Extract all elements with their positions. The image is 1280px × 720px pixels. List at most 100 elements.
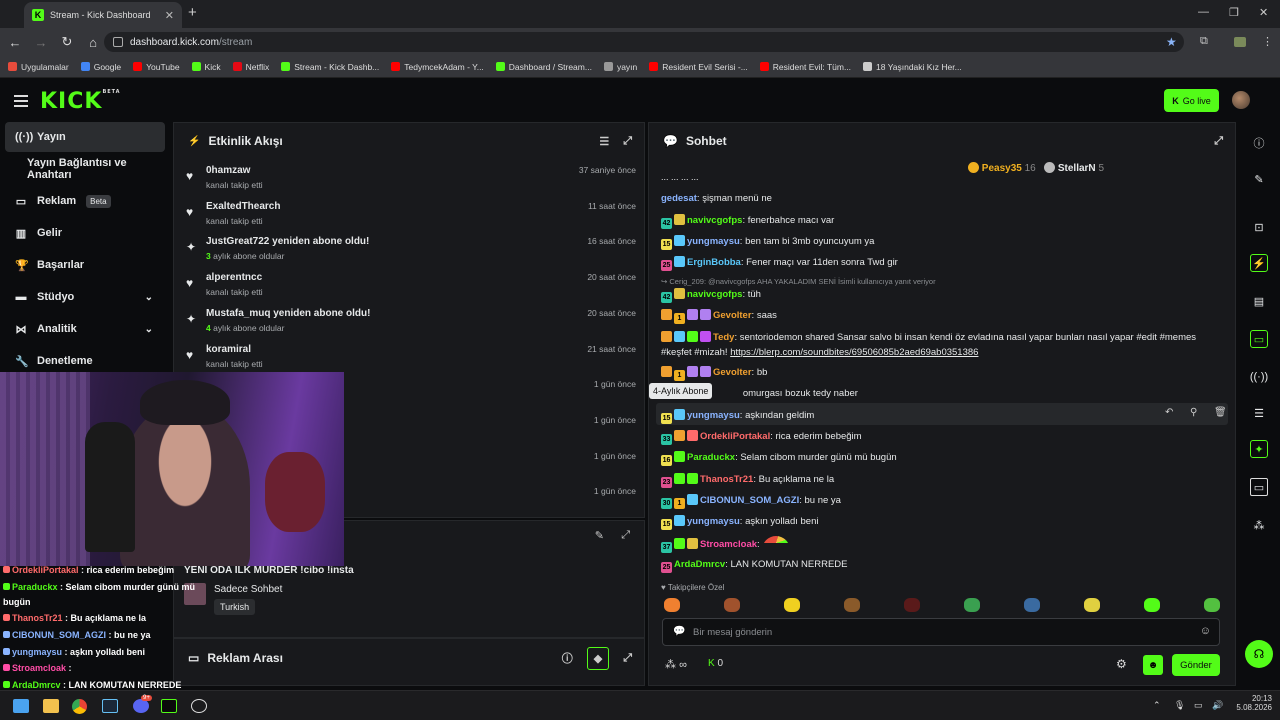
clock[interactable]: 20:13 5.08.2026 bbox=[1232, 694, 1272, 712]
chat-username[interactable]: Tedy bbox=[713, 332, 734, 343]
activity-name[interactable]: JustGreat722 yeniden abone oldu! bbox=[206, 236, 369, 247]
window-icon[interactable]: ▭ bbox=[1250, 478, 1268, 496]
chat-username[interactable]: ThanosTr21 bbox=[700, 474, 753, 485]
emote-picker-icon[interactable]: ☻ bbox=[1143, 655, 1163, 675]
kick-logo[interactable]: KICKBETA bbox=[40, 89, 121, 114]
chat-username[interactable]: ArdaDmrcv bbox=[674, 559, 725, 570]
network-icon[interactable]: ▭ bbox=[1194, 700, 1203, 711]
popout-icon[interactable]: ⤢ bbox=[623, 135, 632, 148]
emote-icon[interactable] bbox=[724, 598, 740, 612]
bookmark-item[interactable]: TedymcekAdam - Y... bbox=[391, 62, 484, 72]
activity-name[interactable]: 0hamzaw bbox=[206, 165, 250, 176]
info-icon[interactable]: ⓘ bbox=[562, 650, 573, 666]
avatar[interactable] bbox=[1232, 91, 1250, 109]
chat-username[interactable]: OrdekliPortakal bbox=[700, 431, 770, 442]
emote-icon[interactable] bbox=[1204, 598, 1220, 612]
activity-icon[interactable]: ⚡ bbox=[1250, 254, 1268, 272]
forward-icon[interactable]: → bbox=[28, 35, 54, 50]
emote-icon[interactable] bbox=[904, 598, 920, 612]
bookmark-item[interactable]: Resident Evil Serisi -... bbox=[649, 62, 748, 72]
chat-username[interactable]: navivcgofps bbox=[687, 289, 742, 300]
edit-icon[interactable]: ✎ bbox=[1250, 170, 1268, 188]
reload-icon[interactable]: ↻ bbox=[54, 34, 80, 50]
url-field[interactable]: dashboard.kick.com/stream bbox=[104, 32, 1184, 52]
chat-username[interactable]: navivcgofps bbox=[687, 215, 742, 226]
chat-username[interactable]: Stroamcloak bbox=[700, 539, 757, 550]
windows-start-icon[interactable] bbox=[13, 699, 29, 713]
browser-tab[interactable]: K Stream - Kick Dashboard ✕ bbox=[24, 2, 182, 28]
chat-username[interactable]: yungmaysu bbox=[687, 516, 740, 527]
minimize-icon[interactable]: — bbox=[1198, 6, 1209, 18]
menu-icon[interactable] bbox=[14, 95, 28, 110]
edit-icon[interactable]: ✎ bbox=[595, 529, 604, 542]
sidebar-item-0[interactable]: ((·)) Yayın bbox=[5, 122, 165, 152]
tray-chevron-icon[interactable]: ⌃ bbox=[1153, 700, 1161, 711]
settings-icon[interactable]: ⚙ bbox=[1116, 657, 1127, 671]
screenshot-icon[interactable]: ⊡ bbox=[1250, 218, 1268, 236]
sidebar-item-1[interactable]: Yayın Bağlantısı ve Anahtarı bbox=[5, 154, 165, 184]
chat-link[interactable]: https://blerp.com/soundbites/69506085b2a… bbox=[730, 347, 978, 358]
bookmark-item[interactable]: Resident Evil: Tüm... bbox=[759, 62, 851, 72]
chrome-icon[interactable] bbox=[72, 699, 87, 714]
bookmark-item[interactable]: Dashboard / Stream... bbox=[495, 62, 592, 72]
group-icon[interactable]: ⁂ bbox=[1250, 516, 1268, 534]
back-icon[interactable]: ← bbox=[2, 35, 28, 50]
close-window-icon[interactable]: ✕ bbox=[1259, 6, 1268, 19]
popout-icon[interactable]: ⤢ bbox=[623, 652, 632, 665]
layers-icon[interactable]: ☰ bbox=[1250, 404, 1268, 422]
steam-icon[interactable] bbox=[102, 699, 118, 713]
chat-username[interactable]: CIBONUN_SOM_AGZI bbox=[700, 495, 799, 506]
popout-icon[interactable]: ⤢ bbox=[1214, 135, 1223, 148]
file-explorer-icon[interactable] bbox=[43, 699, 59, 713]
sidebar-item-6[interactable]: ⋈ Analitik ⌄ bbox=[5, 314, 165, 344]
points-display[interactable]: K 0 bbox=[708, 658, 723, 669]
profile-icon[interactable] bbox=[1234, 37, 1246, 47]
bookmark-item[interactable]: yayın bbox=[603, 62, 637, 72]
bookmark-item[interactable]: Kick bbox=[191, 62, 221, 72]
emote-icon[interactable] bbox=[1024, 598, 1040, 612]
tools-icon[interactable]: ✦ bbox=[1250, 440, 1268, 458]
emote-icon[interactable] bbox=[784, 598, 800, 612]
broadcast-icon[interactable]: ((·)) bbox=[1250, 368, 1268, 386]
sidebar-item-2[interactable]: ▭ Reklam Beta bbox=[5, 186, 165, 216]
chevron-down-icon[interactable]: ⌄ bbox=[145, 324, 153, 335]
emote-icon[interactable] bbox=[664, 598, 680, 612]
document-icon[interactable]: ▤ bbox=[1250, 292, 1268, 310]
emote-icon[interactable] bbox=[1084, 598, 1100, 612]
chat-username[interactable]: Paraduckx bbox=[687, 452, 735, 463]
emote-icon[interactable] bbox=[844, 598, 860, 612]
ad-settings-icon[interactable]: ◆ bbox=[586, 646, 610, 670]
bookmark-item[interactable]: Netflix bbox=[232, 62, 269, 72]
site-info-icon[interactable] bbox=[113, 37, 123, 47]
emoji-icon[interactable]: ☺ bbox=[1200, 625, 1211, 637]
microphone-icon[interactable]: 🎙 bbox=[1174, 700, 1185, 711]
info-icon[interactable]: ⓘ bbox=[1250, 134, 1268, 152]
chat-username[interactable]: yungmaysu bbox=[687, 410, 740, 421]
chat-username[interactable]: ErginBobba bbox=[687, 257, 741, 268]
filter-icon[interactable]: ☰ bbox=[599, 135, 609, 148]
supporter-name[interactable]: Peasy35 bbox=[982, 163, 1022, 174]
discord-icon[interactable] bbox=[133, 699, 149, 713]
activity-name[interactable]: ExaltedThearch bbox=[206, 201, 280, 212]
chat-username[interactable]: yungmaysu bbox=[687, 236, 740, 247]
activity-name[interactable]: koramiral bbox=[206, 344, 251, 355]
emote-icon[interactable] bbox=[964, 598, 980, 612]
obs-icon[interactable] bbox=[191, 699, 207, 713]
activity-name[interactable]: Mustafa_muq yeniden abone oldu! bbox=[206, 308, 370, 319]
new-tab-icon[interactable]: + bbox=[188, 4, 197, 21]
sidebar-item-4[interactable]: 🏆 Başarılar bbox=[5, 250, 165, 280]
chat-username[interactable]: Gevolter bbox=[713, 367, 752, 378]
extensions-icon[interactable]: ⧉ bbox=[1200, 35, 1208, 48]
chat-input[interactable]: 💬 Bir mesaj gönderin ☺ bbox=[662, 618, 1220, 646]
kick-app-icon[interactable] bbox=[161, 699, 177, 713]
close-tab-icon[interactable]: ✕ bbox=[165, 9, 174, 22]
go-live-button[interactable]: K Go live bbox=[1164, 89, 1219, 112]
bookmark-star-icon[interactable]: ★ bbox=[1166, 35, 1177, 49]
chat-username[interactable]: gedesat bbox=[661, 193, 697, 204]
sidebar-item-5[interactable]: ▬ Stüdyo ⌄ bbox=[5, 282, 165, 312]
bookmark-item[interactable]: 18 Yaşındaki Kız Her... bbox=[863, 62, 962, 72]
bookmark-item[interactable]: Stream - Kick Dashb... bbox=[281, 62, 379, 72]
bookmark-item[interactable]: Uygulamalar bbox=[8, 62, 69, 72]
bookmark-item[interactable]: Google bbox=[80, 62, 121, 72]
volume-icon[interactable]: 🔊 bbox=[1212, 700, 1223, 711]
